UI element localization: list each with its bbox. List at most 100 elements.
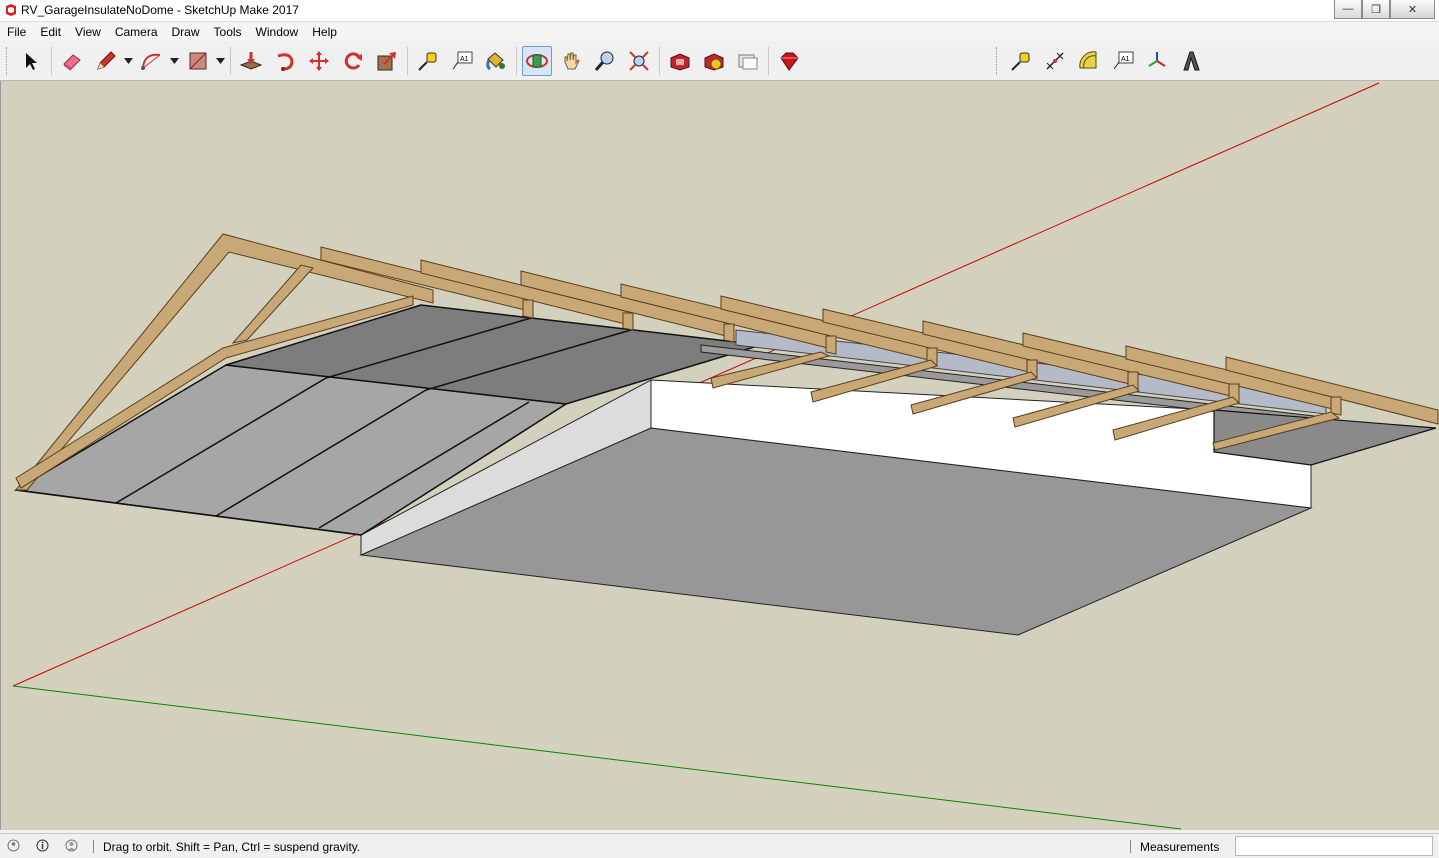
tape-measure-icon — [1011, 52, 1030, 71]
menu-window[interactable]: Window — [249, 25, 306, 39]
zoom-extents-tool-button[interactable] — [624, 46, 654, 76]
extension-warehouse-icon — [704, 53, 724, 71]
arc-icon — [141, 53, 161, 70]
3d-warehouse-button[interactable] — [665, 46, 695, 76]
text-tool-button[interactable]: A1 — [447, 46, 477, 76]
green-axis-line — [12, 685, 1182, 830]
rectangle-icon — [189, 52, 207, 70]
select-tool-button[interactable] — [16, 46, 46, 76]
chevron-down-icon — [215, 58, 225, 64]
menu-file[interactable]: File — [0, 25, 33, 39]
main-toolbar: A1 — [6, 45, 806, 77]
measurements-separator — [1130, 840, 1131, 853]
menu-camera[interactable]: Camera — [108, 25, 165, 39]
menu-bar: File Edit View Camera Draw Tools Window … — [0, 22, 1439, 41]
move-icon — [309, 51, 329, 71]
ruby-icon — [780, 52, 799, 71]
3d-text-icon — [1183, 51, 1200, 71]
title-bar: RV_GarageInsulateNoDome - SketchUp Make … — [0, 0, 1439, 22]
layout-icon — [738, 54, 758, 70]
svg-text:A1: A1 — [1121, 56, 1130, 63]
zoom-icon — [594, 51, 614, 71]
extension-warehouse-button[interactable] — [699, 46, 729, 76]
status-separator — [93, 840, 94, 853]
toolbar-separator — [516, 47, 517, 75]
text-icon: A1 — [1113, 51, 1134, 70]
toolbar-separator — [768, 47, 769, 75]
arc-tool-button[interactable] — [137, 46, 167, 76]
orbit-icon — [526, 54, 548, 68]
scale-tool-button[interactable] — [372, 46, 402, 76]
toolbar-separator — [51, 47, 52, 75]
measurements-input[interactable] — [1235, 836, 1433, 856]
orbit-tool-button[interactable] — [522, 46, 552, 76]
text-icon: A1 — [452, 51, 473, 70]
pan-icon — [564, 52, 580, 70]
paint-bucket-icon — [486, 52, 505, 71]
window-title: RV_GarageInsulateNoDome - SketchUp Make … — [21, 3, 299, 17]
measurements-label: Measurements — [1140, 840, 1220, 854]
minimize-button[interactable]: — — [1334, 0, 1362, 19]
pencil-dropdown[interactable] — [123, 46, 133, 76]
scale-icon — [377, 52, 396, 71]
pan-tool-button[interactable] — [556, 46, 586, 76]
model-canvas[interactable] — [1, 81, 1439, 830]
sketchup-app-icon — [6, 4, 16, 16]
status-bar: Drag to orbit. Shift = Pan, Ctrl = suspe… — [0, 833, 1439, 858]
geo-location-icon[interactable] — [7, 839, 20, 852]
tape-measure-tool-button-2[interactable] — [1006, 46, 1036, 76]
pencil-icon — [97, 51, 116, 70]
toolbar-grip[interactable] — [996, 47, 1000, 75]
toolbar-separator — [659, 47, 660, 75]
rectangle-dropdown[interactable] — [215, 46, 225, 76]
dimension-icon — [1046, 52, 1064, 70]
push-pull-icon — [239, 52, 263, 70]
svg-text:A1: A1 — [460, 56, 469, 63]
credits-icon[interactable] — [36, 839, 49, 852]
menu-view[interactable]: View — [68, 25, 108, 39]
menu-edit[interactable]: Edit — [33, 25, 68, 39]
menu-tools[interactable]: Tools — [207, 25, 249, 39]
rotate-icon — [344, 52, 362, 70]
move-tool-button[interactable] — [304, 46, 334, 76]
eraser-tool-button[interactable] — [57, 46, 87, 76]
rectangle-tool-button[interactable] — [183, 46, 213, 76]
text-tool-button-2[interactable]: A1 — [1108, 46, 1138, 76]
tape-measure-tool-button[interactable] — [413, 46, 443, 76]
axes-tool-button[interactable] — [1142, 46, 1172, 76]
toolbar-separator — [407, 47, 408, 75]
menu-draw[interactable]: Draw — [165, 25, 207, 39]
sign-in-icon[interactable] — [65, 839, 78, 852]
construction-toolbar: A1 — [996, 45, 1208, 77]
protractor-icon — [1079, 51, 1097, 69]
dimension-tool-button[interactable] — [1040, 46, 1070, 76]
menu-help[interactable]: Help — [305, 25, 344, 39]
eraser-icon — [63, 54, 81, 71]
status-hint: Drag to orbit. Shift = Pan, Ctrl = suspe… — [103, 840, 361, 854]
arc-dropdown[interactable] — [169, 46, 179, 76]
send-to-layout-button[interactable] — [733, 46, 763, 76]
zoom-extents-icon — [629, 51, 649, 71]
maximize-button[interactable]: ❐ — [1362, 0, 1390, 19]
window-controls: — ❐ ✕ — [1334, 0, 1435, 19]
follow-me-tool-button[interactable] — [270, 46, 300, 76]
follow-me-icon — [277, 53, 294, 71]
protractor-tool-button[interactable] — [1074, 46, 1104, 76]
toolbar: A1 A1 — [0, 42, 1439, 81]
warehouse-icon — [670, 53, 690, 71]
model-viewport[interactable] — [0, 81, 1439, 830]
paint-bucket-tool-button[interactable] — [481, 46, 511, 76]
push-pull-tool-button[interactable] — [236, 46, 266, 76]
tape-measure-icon — [418, 52, 437, 71]
zoom-tool-button[interactable] — [590, 46, 620, 76]
chevron-down-icon — [169, 58, 179, 64]
3d-text-tool-button[interactable] — [1176, 46, 1206, 76]
pencil-tool-button[interactable] — [91, 46, 121, 76]
close-button[interactable]: ✕ — [1390, 0, 1435, 19]
toolbar-grip[interactable] — [6, 47, 10, 75]
select-arrow-icon — [26, 53, 37, 70]
toolbar-separator — [230, 47, 231, 75]
rotate-tool-button[interactable] — [338, 46, 368, 76]
chevron-down-icon — [123, 58, 133, 64]
extension-ruby-button[interactable] — [774, 46, 804, 76]
